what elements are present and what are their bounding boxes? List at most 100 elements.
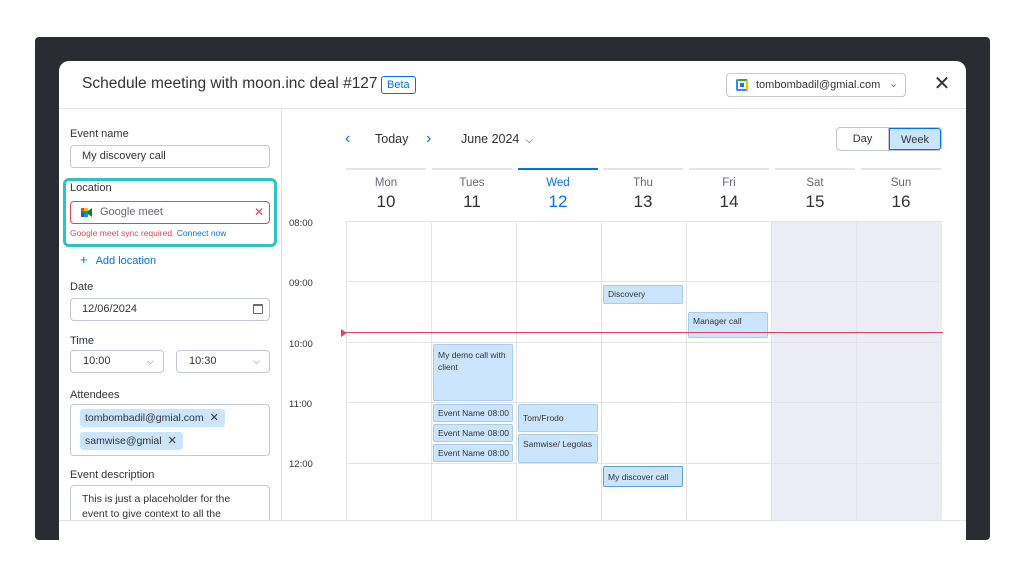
day-view-button[interactable]: Day <box>837 128 889 150</box>
location-error: Google meet sync required. Connect now <box>70 228 226 238</box>
today-button[interactable]: Today <box>375 132 408 146</box>
event-time: 08:00 <box>487 428 509 438</box>
current-time-marker <box>341 329 347 337</box>
modal-title: Schedule meeting with moon.inc deal #127 <box>82 75 378 92</box>
clear-location-icon[interactable]: ✕ <box>254 205 264 219</box>
event-time: 08:00 <box>487 408 509 418</box>
chevron-down-icon: ⌵ <box>525 135 533 146</box>
location-label: Location <box>70 182 112 194</box>
day-date: 11 <box>463 192 481 211</box>
event-title: Event Name <box>438 448 485 458</box>
date-value: 12/06/2024 <box>82 303 138 315</box>
calendar-panel: ‹ Today › June 2024 ⌵ Day Week Mon 10 Tue… <box>283 109 966 540</box>
start-time-select[interactable]: 10:00 ⌵ <box>70 350 164 373</box>
grid-line <box>431 221 432 540</box>
start-time-value: 10:00 <box>83 355 111 367</box>
grid-line <box>856 221 857 540</box>
time-label: Time <box>70 335 95 347</box>
calendar-event[interactable]: My demo call with client <box>433 344 513 401</box>
modal-header: Schedule meeting with moon.inc deal #127… <box>59 61 966 109</box>
day-header-wed: Wed 12 <box>518 168 598 218</box>
chevron-down-icon: ⌄ <box>889 78 899 90</box>
location-error-text: Google meet sync required. <box>70 228 175 238</box>
grid-line <box>346 281 942 282</box>
grid-line <box>346 221 942 222</box>
chevron-left-icon[interactable]: ‹ <box>345 130 350 148</box>
event-name-input[interactable]: My discovery call <box>70 145 270 168</box>
day-header-fri: Fri 14 <box>689 168 769 218</box>
grid-line <box>516 221 517 540</box>
calendar-event[interactable]: My discover call <box>603 466 683 487</box>
calendar-event[interactable]: Tom/Frodo <box>518 404 598 432</box>
remove-attendee-icon[interactable]: ✕ <box>168 435 177 447</box>
event-title: My discover call <box>608 472 669 482</box>
calendar-icon[interactable] <box>253 304 263 314</box>
day-header-mon: Mon 10 <box>346 168 426 218</box>
add-location-button[interactable]: + Add location <box>80 252 156 267</box>
day-date: 12 <box>548 192 568 211</box>
chevron-down-icon: ⌵ <box>147 356 154 366</box>
chevron-right-icon[interactable]: › <box>426 130 431 148</box>
time-label: 09:00 <box>289 278 313 289</box>
add-location-label: Add location <box>95 255 157 267</box>
day-name: Sat <box>806 177 824 189</box>
current-time-line <box>343 332 943 333</box>
calendar-event[interactable]: Event Name 08:00 <box>433 444 513 462</box>
grid-line <box>346 342 942 343</box>
schedule-meeting-modal: Schedule meeting with moon.inc deal #127… <box>59 61 966 540</box>
grid-line <box>601 221 602 540</box>
week-view-button[interactable]: Week <box>889 128 941 150</box>
account-selector[interactable]: tombombadil@gmial.com ⌄ <box>726 73 906 97</box>
calendar-event[interactable]: Discovery <box>603 285 683 304</box>
event-title: My demo call with client <box>438 350 506 372</box>
event-title: Samwise/ Legolas <box>523 439 592 449</box>
grid-line <box>346 463 942 464</box>
day-date: 15 <box>805 192 825 211</box>
google-meet-icon <box>81 208 92 217</box>
connect-now-link[interactable]: Connect now <box>177 228 227 238</box>
day-name: Tues <box>459 177 485 189</box>
time-label: 12:00 <box>289 459 313 470</box>
close-icon[interactable]: ✕ <box>932 74 952 94</box>
location-value: Google meet <box>100 206 163 218</box>
remove-attendee-icon[interactable]: ✕ <box>210 412 219 424</box>
calendar-event[interactable]: Manager call <box>688 312 768 338</box>
time-label: 08:00 <box>289 218 313 229</box>
event-title: Manager call <box>693 316 742 326</box>
day-header-tues: Tues 11 <box>432 168 512 218</box>
day-name: Sun <box>890 177 912 189</box>
attendees-input[interactable]: tombombadil@gmial.com ✕ samwise@gmial ✕ <box>70 404 270 456</box>
event-title: Event Name <box>438 408 485 418</box>
day-date: 16 <box>891 192 911 211</box>
event-name-label: Event name <box>70 128 129 140</box>
day-header-sat: Sat 15 <box>775 168 855 218</box>
week-grid[interactable]: Discovery Manager call My demo call with… <box>346 221 942 540</box>
attendee-email: tombombadil@gmial.com <box>85 412 204 424</box>
day-date: 14 <box>719 192 739 211</box>
event-title: Event Name <box>438 428 485 438</box>
event-description-label: Event description <box>70 469 155 481</box>
modal-footer <box>59 520 966 540</box>
attendee-chip: samwise@gmial ✕ <box>80 432 183 450</box>
month-selector[interactable]: June 2024 ⌵ <box>461 132 533 146</box>
end-time-select[interactable]: 10:30 ⌵ <box>176 350 270 373</box>
day-name: Thu <box>633 177 653 189</box>
day-header-thu: Thu 13 <box>603 168 683 218</box>
account-email: tombombadil@gmial.com <box>756 79 881 91</box>
location-input[interactable]: Google meet ✕ <box>70 201 270 224</box>
event-title: Tom/Frodo <box>523 413 564 423</box>
calendar-event[interactable]: Event Name 08:00 <box>433 424 513 442</box>
day-header-sun: Sun 16 <box>861 168 941 218</box>
attendees-label: Attendees <box>70 389 120 401</box>
attendee-email: samwise@gmial <box>85 435 162 447</box>
calendar-event[interactable]: Event Name 08:00 <box>433 404 513 422</box>
event-form: Event name My discovery call Location Go… <box>59 109 282 540</box>
day-name: Fri <box>722 177 736 189</box>
day-date: 10 <box>376 192 396 211</box>
grid-line <box>771 221 772 540</box>
time-label: 10:00 <box>289 339 313 350</box>
day-date: 13 <box>633 192 653 211</box>
grid-line <box>346 221 347 540</box>
calendar-event[interactable]: Samwise/ Legolas <box>518 434 598 463</box>
date-input[interactable]: 12/06/2024 <box>70 298 270 321</box>
